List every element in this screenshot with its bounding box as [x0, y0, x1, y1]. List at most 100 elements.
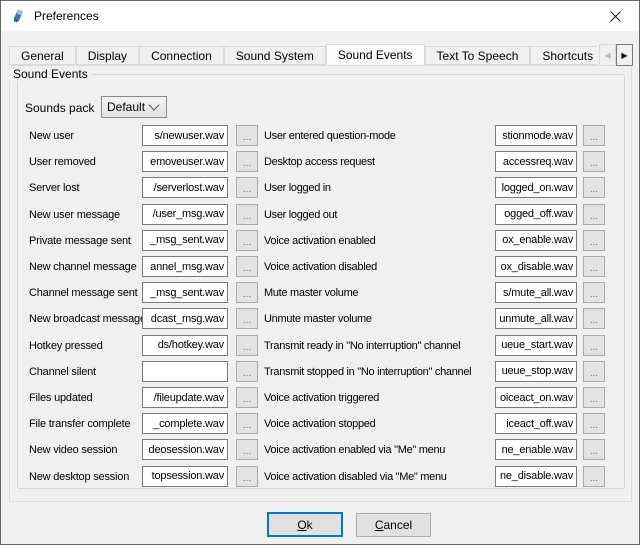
sound-file-input-left[interactable] [142, 256, 228, 277]
sound-file-input-left[interactable] [142, 177, 228, 198]
browse-button-left[interactable]: ... [236, 439, 258, 460]
ellipsis-label: ... [243, 161, 251, 167]
sounds-pack-select[interactable]: Default [101, 96, 167, 118]
sound-event-row: File transfer complete ... Voice activat… [1, 413, 640, 435]
browse-button-right[interactable]: ... [583, 204, 605, 225]
event-label-left: New channel message [29, 256, 141, 278]
tab-display[interactable]: Display [76, 46, 139, 65]
browse-button-right[interactable]: ... [583, 439, 605, 460]
tab-scroll-left-button: ◀ [599, 44, 616, 66]
sound-file-input-left[interactable] [142, 204, 228, 225]
browse-button-right[interactable]: ... [583, 177, 605, 198]
sound-file-input-right[interactable] [495, 256, 577, 277]
ellipsis-label: ... [243, 266, 251, 272]
sound-file-input-left[interactable] [142, 230, 228, 251]
sound-file-input-left[interactable] [142, 466, 228, 487]
browse-button-right[interactable]: ... [583, 413, 605, 434]
sound-file-input-right[interactable] [495, 282, 577, 303]
sound-file-input-right[interactable] [495, 413, 577, 434]
sound-file-input-right[interactable] [495, 204, 577, 225]
sound-file-input-right[interactable] [495, 387, 577, 408]
sound-file-input-left[interactable] [142, 439, 228, 460]
sound-file-input-right[interactable] [495, 335, 577, 356]
browse-button-right[interactable]: ... [583, 466, 605, 487]
tab-text-to-speech[interactable]: Text To Speech [425, 46, 531, 65]
browse-button-left[interactable]: ... [236, 282, 258, 303]
event-label-right: User entered question-mode [264, 125, 494, 147]
ellipsis-label: ... [243, 345, 251, 351]
sound-file-input-left[interactable] [142, 335, 228, 356]
browse-button-right[interactable]: ... [583, 335, 605, 356]
cancel-button[interactable]: Cancel [356, 513, 431, 537]
browse-button-left[interactable]: ... [236, 230, 258, 251]
tab-general[interactable]: General [9, 46, 76, 65]
titlebar: Preferences [1, 1, 639, 31]
browse-button-left[interactable]: ... [236, 151, 258, 172]
sounds-pack-label: Sounds pack [25, 101, 94, 115]
event-label-left: New user [29, 125, 141, 147]
browse-button-left[interactable]: ... [236, 361, 258, 382]
browse-button-left[interactable]: ... [236, 177, 258, 198]
tab-scroller: ◀ ▶ [599, 44, 633, 66]
sound-file-input-left[interactable] [142, 282, 228, 303]
event-label-right: Transmit stopped in "No interruption" ch… [264, 361, 494, 383]
sound-event-row: Files updated ... Voice activation trigg… [1, 387, 640, 409]
sound-file-input-left[interactable] [142, 413, 228, 434]
sound-file-input-right[interactable] [495, 151, 577, 172]
browse-button-right[interactable]: ... [583, 282, 605, 303]
event-label-left: Channel message sent [29, 282, 141, 304]
ok-button[interactable]: Ok [267, 512, 343, 537]
browse-button-left[interactable]: ... [236, 387, 258, 408]
sound-file-input-left[interactable] [142, 151, 228, 172]
groupbox-legend: Sound Events [9, 67, 92, 81]
sound-file-input-right[interactable] [495, 439, 577, 460]
tab-sound-events[interactable]: Sound Events [326, 44, 425, 65]
close-icon [610, 11, 621, 22]
event-label-left: New desktop session [29, 466, 141, 488]
event-label-left: Server lost [29, 177, 141, 199]
browse-button-left[interactable]: ... [236, 204, 258, 225]
arrow-right-icon: ▶ [621, 51, 627, 60]
browse-button-left[interactable]: ... [236, 125, 258, 146]
browse-button-right[interactable]: ... [583, 151, 605, 172]
sound-file-input-right[interactable] [495, 177, 577, 198]
sound-file-input-left[interactable] [142, 387, 228, 408]
browse-button-right[interactable]: ... [583, 256, 605, 277]
ellipsis-label: ... [243, 318, 251, 324]
ellipsis-label: ... [590, 266, 598, 272]
tab-strip: General Display Connection Sound System … [9, 43, 597, 65]
ellipsis-label: ... [243, 449, 251, 455]
ellipsis-label: ... [243, 240, 251, 246]
ellipsis-label: ... [243, 214, 251, 220]
sound-file-input-left[interactable] [142, 308, 228, 329]
event-label-left: New video session [29, 439, 141, 461]
browse-button-right[interactable]: ... [583, 361, 605, 382]
event-label-right: Voice activation disabled [264, 256, 494, 278]
browse-button-right[interactable]: ... [583, 125, 605, 146]
browse-button-left[interactable]: ... [236, 466, 258, 487]
browse-button-left[interactable]: ... [236, 308, 258, 329]
browse-button-right[interactable]: ... [583, 230, 605, 251]
sound-file-input-right[interactable] [495, 308, 577, 329]
tab-sound-system[interactable]: Sound System [224, 46, 326, 65]
browse-button-right[interactable]: ... [583, 387, 605, 408]
close-button[interactable] [593, 2, 638, 30]
browse-button-right[interactable]: ... [583, 308, 605, 329]
event-label-left: File transfer complete [29, 413, 141, 435]
tab-shortcuts[interactable]: Shortcuts [530, 46, 597, 65]
tab-scroll-right-button[interactable]: ▶ [616, 44, 633, 66]
sound-file-input-right[interactable] [495, 361, 577, 382]
sound-file-input-right[interactable] [495, 230, 577, 251]
event-label-right: User logged in [264, 177, 494, 199]
browse-button-left[interactable]: ... [236, 335, 258, 356]
sound-file-input-right[interactable] [495, 466, 577, 487]
sound-file-input-right[interactable] [495, 125, 577, 146]
sound-file-input-left[interactable] [142, 361, 228, 382]
ellipsis-label: ... [243, 187, 251, 193]
tab-connection[interactable]: Connection [139, 46, 224, 65]
event-label-right: Voice activation disabled via "Me" menu [264, 466, 494, 488]
sound-file-input-left[interactable] [142, 125, 228, 146]
browse-button-left[interactable]: ... [236, 256, 258, 277]
browse-button-left[interactable]: ... [236, 413, 258, 434]
ellipsis-label: ... [590, 397, 598, 403]
